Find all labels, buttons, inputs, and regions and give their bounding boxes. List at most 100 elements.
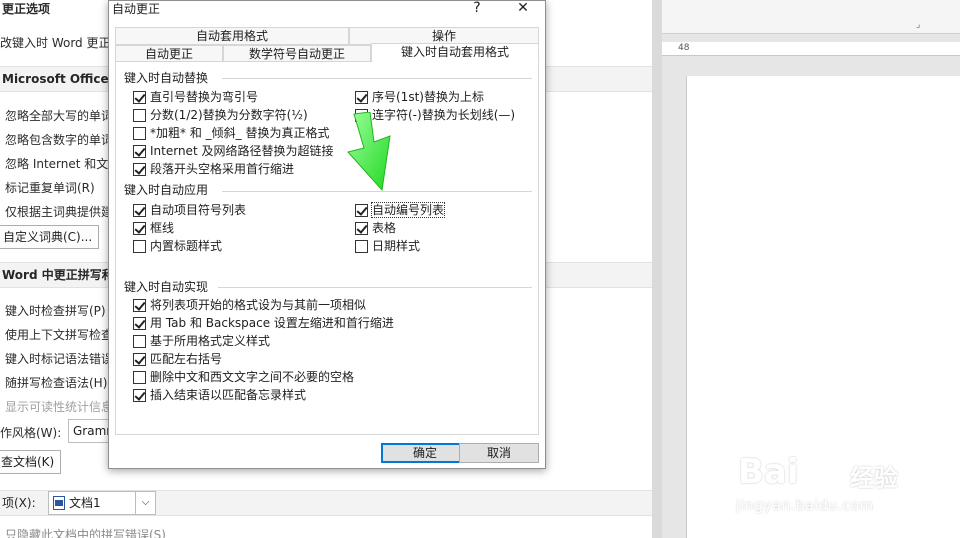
- checkbox-box[interactable]: [133, 221, 146, 235]
- checkbox-label: 段落开头空格采用首行缩进: [150, 162, 295, 176]
- checkbox-label: 插入结束语以匹配备忘录样式: [150, 388, 307, 402]
- checkbox-label: 直引号替换为弯引号: [150, 90, 259, 104]
- cancel-button[interactable]: 取消: [459, 443, 539, 463]
- tab-autoformat-as-you-type[interactable]: 键入时自动套用格式: [371, 43, 539, 63]
- checkbox-box[interactable]: [133, 352, 146, 366]
- exceptions-label: 项(X):: [2, 496, 36, 510]
- dialog-title: 自动更正: [112, 2, 161, 16]
- checkbox-label: 匹配左右括号: [150, 352, 223, 366]
- checkbox-ordinals[interactable]: 序号(1st)替换为上标: [355, 90, 484, 104]
- checkbox-date-styles[interactable]: 日期样式: [355, 239, 420, 253]
- checkbox-label: 分数(1/2)替换为分数字符(½): [150, 108, 308, 122]
- checkbox-box[interactable]: [133, 370, 146, 384]
- annotation-arrow-icon: [347, 112, 391, 192]
- baidu-jingyan-watermark: Bai 经验 jingyan.baidu.com: [730, 452, 950, 522]
- option-readability-stats: 显示可读性统计信息: [5, 400, 114, 414]
- checkbox-label: 内置标题样式: [150, 239, 223, 253]
- checkbox-list-format[interactable]: 将列表项开始的格式设为与其前一项相似: [133, 298, 366, 312]
- hide-spelling-errors-option[interactable]: 只隐藏此文档中的拼写错误(S): [5, 526, 166, 538]
- group-label-backdrop: 键入时自动实现: [124, 280, 218, 294]
- checkbox-match-parentheses[interactable]: 匹配左右括号: [133, 352, 222, 366]
- tab-panel: 键入时自动替换 直引号替换为弯引号 分数(1/2)替换为分数字符(½) *加粗*…: [115, 61, 539, 435]
- recheck-document-button[interactable]: 查文档(K): [0, 450, 62, 474]
- option-ignore-numbers[interactable]: 忽略包含数字的单词: [5, 131, 113, 148]
- options-scrollbar[interactable]: [652, 0, 662, 538]
- checkbox-first-line-indent[interactable]: 段落开头空格采用首行缩进: [133, 162, 294, 176]
- checkbox-fractions[interactable]: 分数(1/2)替换为分数字符(½): [133, 108, 308, 122]
- watermark-brand: Bai: [738, 452, 799, 492]
- checkbox-hyperlinks[interactable]: Internet 及网络路径替换为超链接: [133, 144, 333, 158]
- option-contextual-spelling[interactable]: 使用上下文拼写检查: [5, 326, 113, 343]
- tab-autoformat[interactable]: 自动套用格式: [115, 27, 349, 45]
- watermark-brand-suffix: 经验: [850, 464, 898, 492]
- option-ignore-internet[interactable]: 忽略 Internet 和文: [5, 155, 108, 172]
- option-flag-repeated[interactable]: 标记重复单词(R): [5, 179, 95, 196]
- checkbox-box[interactable]: [133, 108, 146, 122]
- checkbox-label: 用 Tab 和 Backspace 设置左缩进和首行缩进: [150, 316, 394, 330]
- checkbox-box[interactable]: [133, 126, 146, 140]
- autocorrect-dialog: 自动更正 ? ✕ 自动套用格式 操作 自动更正 数学符号自动更正 键入时自动套用…: [108, 0, 546, 469]
- option-check-grammar[interactable]: 随拼写检查语法(H): [5, 374, 107, 391]
- checkbox-label: *加粗* 和 _倾斜_ 替换为真正格式: [150, 126, 330, 140]
- checkbox-label: 序号(1st)替换为上标: [372, 90, 484, 104]
- checkbox-label: 自动项目符号列表: [150, 203, 247, 217]
- checkbox-bold-italic[interactable]: *加粗* 和 _倾斜_ 替换为真正格式: [133, 126, 329, 140]
- checkbox-label: 将列表项开始的格式设为与其前一项相似: [150, 298, 367, 312]
- close-icon[interactable]: ✕: [513, 1, 533, 17]
- writing-style-select[interactable]: Gramm: [68, 419, 112, 443]
- checkbox-auto-bullets[interactable]: 自动项目符号列表: [133, 203, 246, 217]
- chevron-down-icon: ⌵: [135, 492, 155, 514]
- checkbox-box[interactable]: [133, 162, 146, 176]
- checkbox-box[interactable]: [133, 298, 146, 312]
- group-divider: [222, 78, 532, 79]
- option-ignore-uppercase[interactable]: 忽略全部大写的单词: [5, 107, 113, 124]
- ok-button[interactable]: 确定: [381, 443, 469, 463]
- checkbox-box[interactable]: [133, 90, 146, 104]
- checkbox-borders[interactable]: 框线: [133, 221, 174, 235]
- checkbox-box[interactable]: [355, 221, 368, 235]
- checkbox-box[interactable]: [133, 334, 146, 348]
- horizontal-ruler: 48: [662, 42, 960, 56]
- checkbox-label: 自动编号列表: [370, 202, 446, 218]
- ribbon-launcher-icon[interactable]: ⌟: [916, 20, 920, 30]
- checkbox-box[interactable]: [133, 388, 146, 402]
- checkbox-label: 基于所用格式定义样式: [150, 334, 271, 348]
- checkbox-auto-numbering[interactable]: 自动编号列表: [355, 202, 446, 218]
- checkbox-smart-quotes[interactable]: 直引号替换为弯引号: [133, 90, 258, 104]
- checkbox-box[interactable]: [133, 144, 146, 158]
- ruler-number: 48: [678, 43, 690, 53]
- checkbox-box[interactable]: [355, 203, 368, 217]
- group-apply-label: 键入时自动应用: [124, 183, 209, 197]
- checkbox-label: 日期样式: [372, 239, 421, 253]
- checkbox-box[interactable]: [355, 239, 368, 253]
- checkbox-label: Internet 及网络路径替换为超链接: [150, 144, 334, 158]
- checkbox-define-styles[interactable]: 基于所用格式定义样式: [133, 334, 270, 348]
- custom-dictionaries-button[interactable]: 自定义词典(C)...: [0, 225, 100, 249]
- checkbox-tables[interactable]: 表格: [355, 221, 396, 235]
- document-icon: [53, 496, 65, 510]
- checkbox-label: 表格: [372, 221, 397, 235]
- checkbox-tab-backspace-indent[interactable]: 用 Tab 和 Backspace 设置左缩进和首行缩进: [133, 316, 394, 330]
- dialog-titlebar[interactable]: 自动更正 ? ✕: [109, 1, 545, 19]
- help-icon[interactable]: ?: [467, 1, 487, 17]
- option-mark-grammar[interactable]: 键入时标记语法错误: [5, 350, 113, 367]
- checkbox-memo-closing[interactable]: 插入结束语以匹配备忘录样式: [133, 388, 306, 402]
- options-header-title: 更正选项: [2, 2, 51, 16]
- watermark-url: jingyan.baidu.com: [736, 498, 874, 514]
- group-auto-label-text: 键入时自动实现: [124, 280, 209, 294]
- checkbox-heading-styles[interactable]: 内置标题样式: [133, 239, 222, 253]
- checkbox-box[interactable]: [133, 239, 146, 253]
- checkbox-box[interactable]: [133, 203, 146, 217]
- option-main-dictionary[interactable]: 仅根据主词典提供建: [5, 203, 113, 220]
- ribbon-strip: ⌟: [662, 0, 960, 34]
- checkbox-label: 删除中文和西文文字之间不必要的空格: [150, 370, 355, 384]
- paw-icon: [821, 457, 846, 482]
- exceptions-document-select[interactable]: 文档1 ⌵: [48, 491, 156, 515]
- checkbox-label: 框线: [150, 221, 175, 235]
- option-check-spelling[interactable]: 键入时检查拼写(P): [5, 302, 106, 319]
- checkbox-remove-spaces[interactable]: 删除中文和西文文字之间不必要的空格: [133, 370, 354, 384]
- exceptions-document-value: 文档1: [69, 496, 101, 510]
- checkbox-box[interactable]: [133, 316, 146, 330]
- checkbox-box[interactable]: [355, 90, 368, 104]
- group-replace-label: 键入时自动替换: [124, 71, 209, 85]
